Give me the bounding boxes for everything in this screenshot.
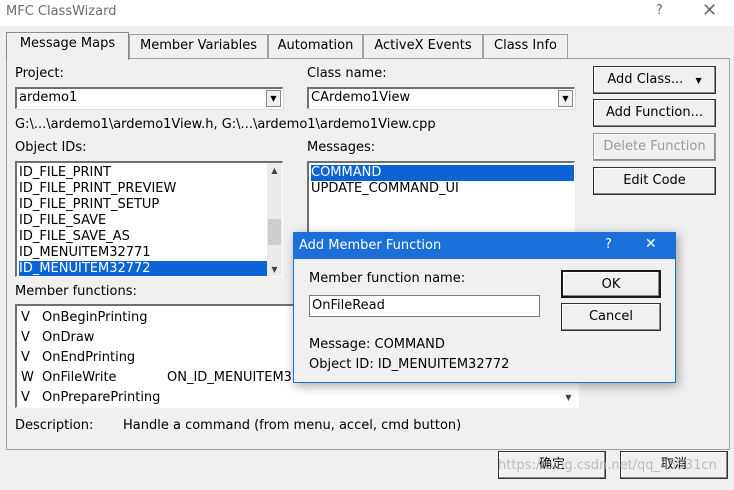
list-item[interactable]: ID_FILE_PRINT_SETUP	[19, 197, 159, 213]
tab-class-info[interactable]: Class Info	[483, 34, 568, 58]
add-class-button[interactable]: Add Class... ▼	[593, 66, 716, 94]
member-functions-label: Member functions:	[15, 284, 137, 299]
function-handler: ON_ID_MENUITEM3	[167, 370, 292, 385]
scroll-down-icon[interactable]: ▼	[561, 390, 576, 405]
scroll-thumb[interactable]	[268, 219, 281, 245]
function-name-label: Member function name:	[309, 271, 466, 286]
window-title: MFC ClassWizard	[6, 4, 117, 19]
list-item[interactable]: ID_FILE_PRINT	[19, 165, 111, 181]
function-name[interactable]: OnDraw	[42, 330, 94, 346]
messages-list[interactable]: COMMAND UPDATE_COMMAND_UI	[307, 161, 575, 239]
scroll-up-icon[interactable]: ▲	[267, 163, 282, 178]
function-name-input[interactable]: OnFileRead	[309, 295, 540, 317]
tab-automation[interactable]: Automation	[268, 34, 363, 58]
chevron-down-icon[interactable]: ▼	[558, 90, 573, 107]
dialog-title: Add Member Function	[299, 238, 442, 253]
tab-message-maps[interactable]: Message Maps	[6, 32, 129, 60]
list-item[interactable]: ID_FILE_PRINT_PREVIEW	[19, 181, 176, 197]
dialog-titlebar: Add Member Function ? ✕	[294, 233, 675, 259]
dialog-object-id-text: Object ID: ID_MENUITEM32772	[309, 357, 510, 372]
close-icon[interactable]: ✕	[645, 236, 657, 252]
project-label: Project:	[15, 66, 64, 81]
function-flag: V	[21, 310, 30, 325]
tab-member-variables[interactable]: Member Variables	[129, 34, 268, 58]
help-button[interactable]: ?	[656, 3, 663, 18]
class-name-label: Class name:	[307, 66, 387, 81]
list-item[interactable]: ID_MENUITEM32771	[19, 245, 151, 261]
object-ids-scrollbar[interactable]: ▲ ▼	[267, 163, 282, 276]
list-item-selected[interactable]: COMMAND	[311, 165, 574, 181]
add-function-button[interactable]: Add Function...	[593, 99, 716, 127]
project-value: ardemo1	[19, 90, 78, 105]
dialog-ok-button[interactable]: OK	[561, 270, 661, 298]
dialog-help-button[interactable]: ?	[605, 237, 612, 252]
function-name-value: OnFileRead	[312, 298, 385, 313]
project-combo[interactable]: ardemo1 ▼	[15, 87, 283, 109]
class-name-value: CArdemo1View	[311, 90, 411, 105]
list-item[interactable]: ID_FILE_SAVE_AS	[19, 229, 130, 245]
description-label: Description:	[15, 418, 94, 433]
function-flag: V	[21, 390, 30, 405]
list-item[interactable]: UPDATE_COMMAND_UI	[311, 181, 459, 197]
watermark: https://blog.csdn.net/qq_45831cn	[498, 458, 717, 473]
function-flag: W	[21, 370, 34, 385]
add-member-function-dialog: Add Member Function ? ✕ Member function …	[293, 232, 676, 383]
file-path: G:\...\ardemo1\ardemo1View.h, G:\...\ard…	[15, 117, 436, 132]
function-name[interactable]: OnEndPrinting	[42, 350, 135, 366]
function-name[interactable]: OnPreparePrinting	[42, 390, 160, 406]
close-icon[interactable]: ✕	[702, 0, 717, 21]
list-item-selected[interactable]: ID_MENUITEM32772	[19, 261, 267, 276]
class-name-combo[interactable]: CArdemo1View ▼	[307, 87, 575, 109]
description-text: Handle a command (from menu, accel, cmd …	[123, 418, 462, 433]
dialog-message-text: Message: COMMAND	[309, 337, 445, 352]
delete-function-button[interactable]: Delete Function	[593, 133, 716, 161]
tab-activex-events[interactable]: ActiveX Events	[363, 34, 483, 58]
function-flag: V	[21, 350, 30, 365]
chevron-down-icon[interactable]: ▼	[266, 90, 281, 107]
object-ids-label: Object IDs:	[15, 140, 87, 155]
function-name[interactable]: OnFileWrite	[42, 370, 117, 386]
chevron-down-icon: ▼	[695, 76, 702, 85]
object-ids-list[interactable]: ID_FILE_PRINT ID_FILE_PRINT_PREVIEW ID_F…	[15, 161, 283, 277]
scroll-down-icon[interactable]: ▼	[267, 262, 282, 276]
messages-label: Messages:	[307, 140, 376, 155]
edit-code-button[interactable]: Edit Code	[593, 167, 716, 195]
dialog-cancel-button[interactable]: Cancel	[561, 303, 661, 331]
function-flag: V	[21, 330, 30, 345]
window-titlebar: MFC ClassWizard ? ✕	[0, 0, 734, 26]
add-class-label: Add Class...	[607, 72, 684, 87]
function-name[interactable]: OnBeginPrinting	[42, 310, 148, 326]
list-item[interactable]: ID_FILE_SAVE	[19, 213, 106, 229]
